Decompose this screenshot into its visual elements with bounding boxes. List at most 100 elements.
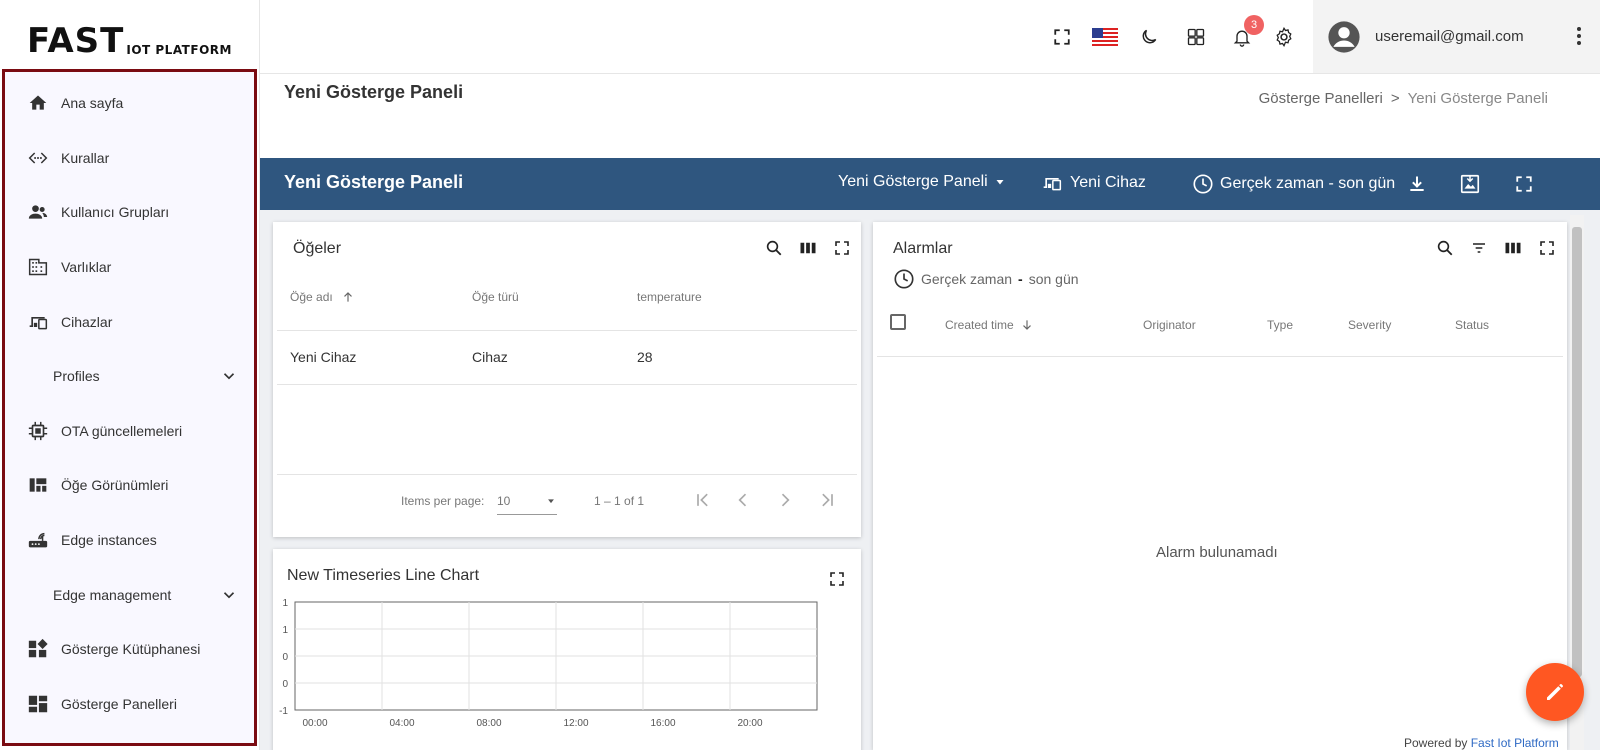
settings-icon[interactable] [1272,25,1296,49]
filter-icon[interactable] [1469,238,1489,258]
y-tick-label: 0 [282,679,288,690]
logo[interactable]: FAST IOT PLATFORM [0,0,259,70]
sidebar-item-user-groups[interactable]: Kullanıcı Grupları [5,185,254,240]
search-icon[interactable] [764,238,784,258]
sidebar-item-assets[interactable]: Varlıklar [5,240,254,295]
sidebar-item-label: Kullanıcı Grupları [61,204,170,221]
next-page-icon[interactable] [775,490,795,515]
devices-icon [27,311,49,333]
entity-alias-button[interactable]: Yeni Cihaz [1040,173,1146,193]
export-image-icon[interactable] [1458,172,1482,196]
more-vert-icon[interactable] [1576,26,1582,46]
devices-icon [1043,178,1062,191]
home-icon [27,92,49,114]
breadcrumb-separator: > [1390,90,1400,107]
sidebar-item-widget-library[interactable]: Gösterge Kütüphanesi [5,622,254,677]
view-quilt-icon [27,474,49,496]
cell-entity-name: Yeni Cihaz [290,349,357,365]
user-menu[interactable]: useremail@gmail.com [1313,0,1600,73]
column-header-created-time[interactable]: Created time [945,318,1034,332]
sidebar-item-label: Kurallar [61,149,110,166]
alarms-timewindow[interactable]: Gerçek zaman - son gün [893,268,1079,290]
page-header: Yeni Gösterge Paneli Gösterge Panelleri … [260,74,1600,158]
chevron-down-icon [223,373,235,380]
breadcrumb-parent[interactable]: Gösterge Panelleri [1259,90,1383,107]
line-chart: 00:00 04:00 08:00 12:00 16:00 20:00 1 1 0 0 -1 [279,598,818,729]
entity-alias-label: Yeni Cihaz [1070,174,1146,191]
sidebar-item-devices[interactable]: Cihazlar [5,294,254,349]
download-icon[interactable] [1405,172,1429,196]
sidebar-item-home[interactable]: Ana sayfa [5,76,254,131]
sidebar-item-label: Profiles [53,368,100,385]
first-page-icon[interactable] [693,490,713,515]
clock-icon [1193,174,1213,194]
column-header-entity-name[interactable]: Öğe adı [290,290,355,304]
x-tick-label: 12:00 [563,718,588,729]
alarms-widget: Alarmlar Gerçek zaman - son gün Created … [873,222,1567,750]
column-header-status[interactable]: Status [1455,318,1489,332]
sidebar-item-dashboards[interactable]: Gösterge Panelleri [5,677,254,732]
sidebar-item-edge-instances[interactable]: Edge instances [5,513,254,568]
router-icon [27,529,49,551]
sidebar-item-entity-views[interactable]: Öğe Görünümleri [5,458,254,513]
y-tick-label: 0 [282,652,288,663]
previous-page-icon[interactable] [733,490,753,515]
column-header-originator[interactable]: Originator [1143,318,1196,332]
cell-entity-type: Cihaz [472,349,508,365]
y-tick-label: -1 [279,706,288,717]
sidebar-menu: Ana sayfa Kurallar Kullanıcı Grupları Va… [2,69,257,746]
column-header-entity-type[interactable]: Öğe türü [472,290,519,304]
x-tick-label: 04:00 [389,718,414,729]
timewindow-button[interactable]: Gerçek zaman - son gün [1192,173,1395,195]
sidebar-item-rules[interactable]: Kurallar [5,131,254,186]
y-tick-label: 1 [282,625,288,636]
column-header-type[interactable]: Type [1267,318,1293,332]
column-header-temperature[interactable]: temperature [637,290,702,304]
column-header-severity[interactable]: Severity [1348,318,1391,332]
edit-dashboard-button[interactable] [1526,663,1584,721]
us-flag-icon[interactable] [1090,25,1120,49]
logo-text: FAST [27,21,125,61]
sidebar-item-ota-updates[interactable]: OTA güncellemeleri [5,404,254,459]
arrow-up-icon [343,292,352,302]
timewindow-label: Gerçek zaman - son gün [1220,175,1396,192]
users-icon [27,201,49,223]
fullscreen-icon[interactable] [1512,172,1536,196]
sidebar-item-label: Öğe Görünümleri [61,477,169,494]
powered-by-brand[interactable]: Fast Iot Platform [1471,736,1559,750]
timewindow-separator: - [1018,271,1023,287]
fullscreen-icon[interactable] [827,569,847,589]
dashboard-state-select[interactable]: Yeni Gösterge Paneli [838,173,1006,191]
user-email: useremail@gmail.com [1375,28,1524,45]
sidebar-item-label: Varlıklar [61,259,112,276]
avatar-icon [1328,20,1360,53]
column-header-label: Öğe adı [290,290,333,304]
items-per-page-value: 10 [497,494,511,508]
notifications-button[interactable]: 3 [1230,15,1264,49]
code-icon [27,147,49,169]
fullscreen-icon[interactable] [832,238,852,258]
page-range: 1 – 1 of 1 [594,494,645,508]
columns-icon[interactable] [1503,238,1523,258]
arrow-down-icon [1022,320,1031,330]
x-tick-label: 16:00 [650,718,675,729]
powered-by-label: Powered by [1404,736,1468,750]
scrollbar-thumb[interactable] [1572,227,1582,677]
last-page-icon[interactable] [817,490,837,515]
timewindow-prefix: Gerçek zaman [921,271,1013,287]
items-per-page-select[interactable]: 10 [497,494,557,508]
fullscreen-icon[interactable] [1537,238,1557,258]
apps-grid-icon[interactable] [1184,25,1208,49]
logo-subtext: IOT PLATFORM [126,43,232,57]
sidebar: FAST IOT PLATFORM Ana sayfa Kurallar Kul… [0,0,260,750]
dark-mode-icon[interactable] [1137,25,1161,49]
empty-state-message: Alarm bulunamadı [1156,544,1278,561]
sidebar-item-profiles[interactable]: Profiles [5,349,254,404]
fullscreen-icon[interactable] [1050,25,1074,49]
column-header-label: Created time [945,318,1014,332]
select-all-checkbox[interactable] [890,314,906,330]
columns-icon[interactable] [798,238,818,258]
search-icon[interactable] [1435,238,1455,258]
sidebar-item-edge-management[interactable]: Edge management [5,567,254,622]
building-icon [27,256,49,278]
